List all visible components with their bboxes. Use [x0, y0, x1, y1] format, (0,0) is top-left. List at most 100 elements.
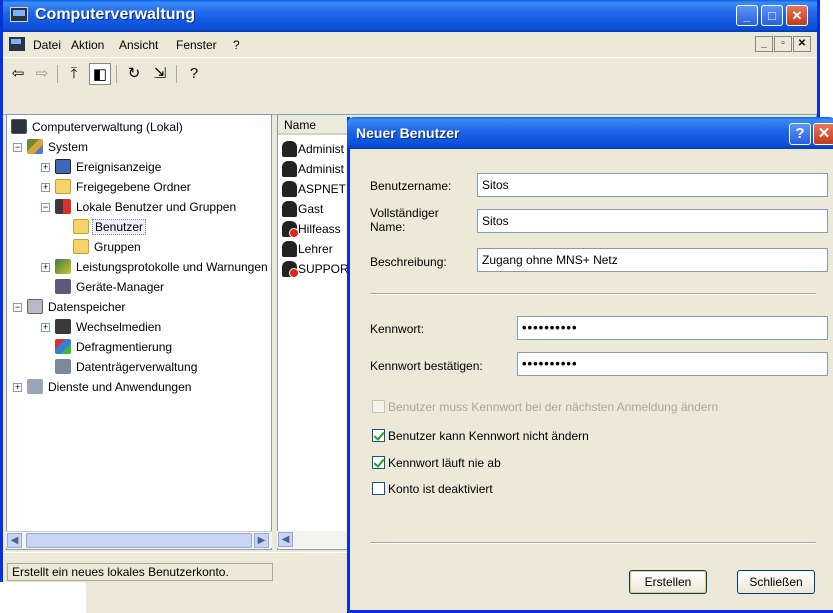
menu-help[interactable]: ?	[233, 38, 240, 52]
menu-datei[interactable]: Datei	[33, 38, 61, 52]
tree-item-storage[interactable]: Datenspeicher	[27, 297, 127, 317]
close-dialog-button[interactable]: Schließen	[737, 570, 815, 594]
expand-shared-folders-toggle[interactable]: +	[41, 183, 50, 192]
description-field[interactable]: Zugang ohne MNS+ Netz	[477, 248, 828, 272]
column-name-header[interactable]: Name	[284, 118, 316, 132]
console-icon[interactable]	[9, 37, 25, 51]
refresh-icon[interactable]: ↻	[123, 63, 145, 85]
password-label: Kennwort:	[370, 322, 425, 336]
list-item[interactable]: Administ	[282, 139, 344, 159]
child-minimize-button[interactable]: _	[755, 36, 773, 52]
confirm-password-field[interactable]: ••••••••••	[517, 352, 828, 376]
services-icon	[27, 379, 43, 394]
tree-item-device-manager[interactable]: Geräte-Manager	[55, 277, 166, 297]
checkbox-box[interactable]	[372, 400, 385, 413]
window-title: Computerverwaltung	[35, 6, 196, 23]
expand-services-toggle[interactable]: +	[13, 383, 22, 392]
full-name-field[interactable]: Sitos	[477, 209, 828, 233]
username-field[interactable]: Sitos	[477, 173, 828, 197]
forward-arrow-icon[interactable]: ⇨	[31, 63, 53, 85]
tree-item-event-viewer[interactable]: Ereignisanzeige	[55, 157, 163, 177]
folder-icon	[73, 239, 89, 254]
checkbox-box[interactable]	[372, 482, 385, 495]
description-label: Beschreibung:	[370, 255, 447, 269]
scroll-right-arrow-icon[interactable]: ▶	[254, 533, 269, 548]
performance-icon	[55, 259, 71, 274]
disabled-user-icon	[282, 221, 299, 238]
tree-item-gruppen[interactable]: Gruppen	[73, 237, 143, 257]
disabled-user-icon	[282, 261, 299, 278]
list-item[interactable]: Lehrer	[282, 239, 333, 259]
computer-management-icon	[10, 7, 28, 22]
show-tree-icon[interactable]: ◧	[89, 63, 111, 85]
tree-item-computer-management[interactable]: Computerverwaltung (Lokal)	[11, 117, 185, 137]
tree-item-local-users-groups[interactable]: Lokale Benutzer und Gruppen	[55, 197, 238, 217]
tree-item-benutzer[interactable]: Benutzer	[73, 217, 147, 237]
collapse-local-users-toggle[interactable]: −	[41, 203, 50, 212]
cannot-change-password-checkbox[interactable]: Benutzer kann Kennwort nicht ändern	[372, 429, 589, 445]
menu-ansicht[interactable]: Ansicht	[119, 38, 158, 52]
scroll-thumb[interactable]	[26, 533, 252, 548]
child-close-button[interactable]: ✕	[793, 36, 811, 52]
tree-item-removable-media[interactable]: Wechselmedien	[55, 317, 163, 337]
list-item[interactable]: Gast	[282, 199, 323, 219]
up-folder-icon[interactable]: ⤒	[63, 63, 85, 85]
system-tools-icon	[27, 139, 43, 154]
user-icon	[282, 201, 297, 217]
collapse-storage-toggle[interactable]: −	[13, 303, 22, 312]
create-button[interactable]: Erstellen	[629, 570, 707, 594]
desktop-area	[0, 582, 86, 613]
back-arrow-icon[interactable]: ⇦	[7, 63, 29, 85]
toolbar-separator	[176, 65, 177, 83]
dialog-close-button[interactable]: ✕	[813, 123, 833, 145]
help-icon[interactable]: ?	[183, 63, 205, 85]
list-item[interactable]: SUPPOR	[282, 259, 349, 279]
user-icon	[282, 181, 297, 197]
minimize-button[interactable]: _	[736, 5, 758, 26]
storage-icon	[27, 299, 43, 314]
list-item[interactable]: Administ	[282, 159, 344, 179]
maximize-button[interactable]: □	[761, 5, 783, 26]
expand-performance-logs-toggle[interactable]: +	[41, 263, 50, 272]
event-viewer-icon	[55, 159, 71, 174]
user-icon	[282, 141, 297, 157]
tree-item-disk-management[interactable]: Datenträgerverwaltung	[55, 357, 199, 377]
collapse-system-toggle[interactable]: −	[13, 143, 22, 152]
dialog-title: Neuer Benutzer	[356, 125, 460, 141]
list-item[interactable]: ASPNET	[282, 179, 346, 199]
password-field[interactable]: ••••••••••	[517, 316, 828, 340]
expand-removable-media-toggle[interactable]: +	[41, 323, 50, 332]
toolbar-separator	[116, 65, 117, 83]
close-button[interactable]: ✕	[786, 5, 808, 26]
must-change-password-checkbox[interactable]: Benutzer muss Kennwort bei der nächsten …	[372, 400, 718, 416]
disk-management-icon	[55, 359, 71, 374]
dialog-title-bar[interactable]: Neuer Benutzer ? ✕	[347, 117, 833, 149]
scroll-left-arrow-icon[interactable]: ◀	[278, 532, 293, 547]
expand-event-viewer-toggle[interactable]: +	[41, 163, 50, 172]
account-disabled-checkbox[interactable]: Konto ist deaktiviert	[372, 482, 493, 498]
checkbox-box[interactable]	[372, 456, 385, 469]
tree-item-performance-logs[interactable]: Leistungsprotokolle und Warnungen	[55, 257, 270, 277]
child-window-controls: _ ▫ ✕	[755, 36, 811, 52]
local-users-icon	[55, 199, 71, 214]
user-icon	[282, 241, 297, 257]
password-never-expires-checkbox[interactable]: Kennwort läuft nie ab	[372, 456, 501, 472]
menu-aktion[interactable]: Aktion	[71, 38, 104, 52]
scroll-left-arrow-icon[interactable]: ◀	[7, 533, 22, 548]
status-text: Erstellt ein neues lokales Benutzerkonto…	[7, 563, 273, 581]
removable-media-icon	[55, 319, 71, 334]
dialog-help-button[interactable]: ?	[789, 123, 811, 145]
list-item[interactable]: Hilfeass	[282, 219, 341, 239]
main-title-bar[interactable]: Computerverwaltung _ □ ✕	[3, 0, 817, 32]
tree-item-system[interactable]: System	[27, 137, 90, 157]
tree-horizontal-scrollbar[interactable]: ◀ ▶	[6, 531, 272, 548]
tree-item-shared-folders[interactable]: Freigegebene Ordner	[55, 177, 193, 197]
export-list-icon[interactable]: ⇲	[149, 63, 171, 85]
tree-item-defragmentation[interactable]: Defragmentierung	[55, 337, 174, 357]
child-restore-button[interactable]: ▫	[774, 36, 792, 52]
menu-fenster[interactable]: Fenster	[176, 38, 217, 52]
new-user-dialog: Neuer Benutzer ? ✕ Benutzername: Sitos V…	[347, 117, 833, 613]
checkbox-box[interactable]	[372, 429, 385, 442]
tree-item-services-applications[interactable]: Dienste und Anwendungen	[27, 377, 193, 397]
menu-bar: Datei Aktion Ansicht Fenster ? _ ▫ ✕	[3, 32, 817, 58]
